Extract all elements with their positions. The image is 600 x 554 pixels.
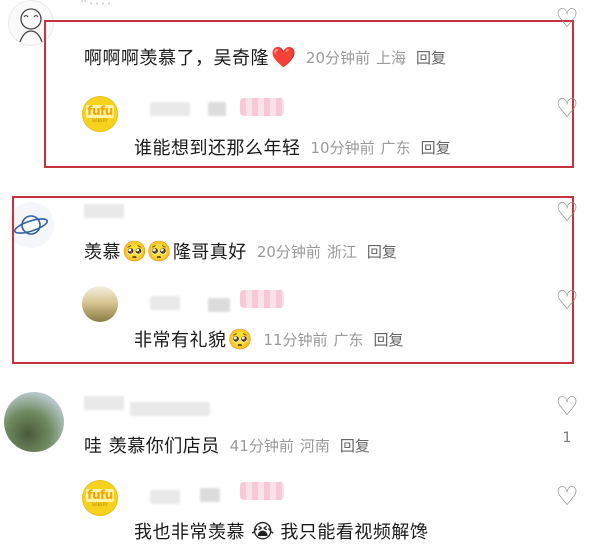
reply-row: 谁能想到还那么年轻 10分钟前 广东 回复 — [134, 134, 451, 160]
red-heart-emoji-icon: ❤️ — [271, 45, 296, 69]
redacted-username — [208, 298, 230, 312]
heart-outline-icon: ♡ — [555, 198, 579, 228]
reply-row: 我也非常羡慕 😭 我只能看视频解馋 — [134, 518, 428, 544]
reply-location: 广东 — [333, 330, 364, 349]
reply-button[interactable]: 回复 — [340, 435, 370, 456]
redacted-username — [150, 296, 180, 310]
heart-outline-icon: ♡ — [555, 286, 579, 316]
reply-time: 11分钟前 — [263, 330, 328, 349]
redacted-badge — [240, 482, 284, 500]
reply-text: 我也非常羡慕 — [134, 522, 245, 543]
redacted-username — [208, 102, 226, 116]
heart-outline-icon: ♡ — [555, 392, 579, 422]
avatar[interactable]: fufu BAKERY — [82, 96, 118, 132]
redacted-username — [130, 402, 210, 416]
redacted-username — [200, 488, 220, 502]
like-button[interactable]: ♡ — [552, 200, 582, 226]
redacted-badge — [240, 290, 284, 308]
reply-text: 非常有礼貌 — [134, 330, 227, 351]
comment-location: 河南 — [299, 436, 330, 455]
faded-username-remnant: "···· — [80, 0, 113, 13]
comment-time: 20分钟前 — [256, 242, 321, 261]
reply-button[interactable]: 回复 — [367, 241, 397, 262]
comment-location: 上海 — [376, 48, 407, 67]
pleading-face-emoji-icon: 🥺🥺 — [122, 239, 172, 263]
like-button[interactable]: ♡ — [552, 96, 582, 122]
reply-button[interactable]: 回复 — [421, 137, 451, 158]
like-button[interactable]: ♡ — [552, 484, 582, 510]
redacted-badge — [240, 98, 284, 116]
comment-row: 羡慕 🥺🥺 隆哥真好 20分钟前 浙江 回复 — [84, 238, 397, 264]
reply-text-tail: 我只能看视频解馋 — [280, 522, 429, 543]
pleading-face-emoji-icon: 🥺 — [227, 327, 253, 351]
reply-row: 非常有礼貌 🥺 11分钟前 广东 回复 — [134, 326, 404, 352]
avatar[interactable] — [4, 392, 64, 452]
heart-outline-icon: ♡ — [555, 4, 579, 34]
comment-row: 哇 羡慕你们店员 41分钟前 河南 回复 — [84, 432, 370, 458]
comment-text: 哇 羡慕你们店员 — [84, 436, 220, 457]
fufu-logo-subtitle: BAKERY — [92, 118, 108, 123]
reply-time: 10分钟前 — [310, 138, 375, 157]
avatar[interactable]: fufu BAKERY — [82, 480, 118, 516]
redacted-username — [150, 490, 180, 504]
comment-text: 羡慕 — [84, 242, 121, 263]
heart-outline-icon: ♡ — [555, 482, 579, 512]
reply-button[interactable]: 回复 — [374, 329, 404, 350]
comment-location: 浙江 — [326, 242, 357, 261]
fufu-logo: fufu — [86, 104, 114, 118]
reply-button[interactable]: 回复 — [416, 47, 446, 68]
comment-text: 啊啊啊羡慕了，吴奇隆 — [84, 48, 269, 69]
fufu-logo: fufu — [86, 488, 114, 502]
redacted-username — [84, 396, 124, 410]
reply-text: 谁能想到还那么年轻 — [134, 138, 301, 159]
like-button[interactable]: ♡ — [552, 288, 582, 314]
crying-face-emoji-icon: 😭 — [251, 519, 275, 543]
reply-location: 广东 — [380, 138, 411, 157]
comment-row: 啊啊啊羡慕了，吴奇隆 ❤️ 20分钟前 上海 回复 — [84, 44, 446, 70]
fufu-logo-subtitle: BAKERY — [92, 502, 108, 507]
like-button[interactable]: ♡ — [552, 6, 582, 32]
comment-time: 20分钟前 — [305, 48, 370, 67]
like-count: 1 — [562, 430, 572, 446]
comment-text-tail: 隆哥真好 — [172, 242, 247, 263]
avatar[interactable] — [82, 286, 118, 322]
like-button[interactable]: ♡ 1 — [552, 394, 582, 446]
heart-outline-icon: ♡ — [555, 94, 579, 124]
redacted-username — [150, 102, 190, 116]
comment-time: 41分钟前 — [229, 436, 294, 455]
